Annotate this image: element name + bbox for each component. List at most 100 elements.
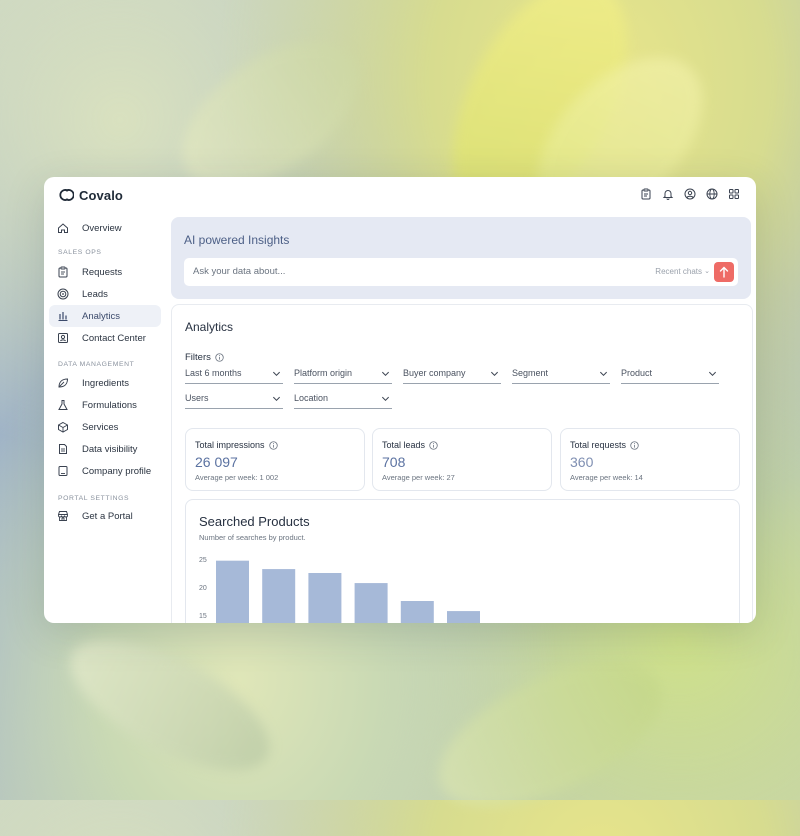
bell-icon[interactable] <box>662 188 674 200</box>
sidebar-item-label: Contact Center <box>82 332 146 344</box>
ai-insights-panel: AI powered Insights Ask your data about.… <box>171 217 751 299</box>
info-icon[interactable] <box>215 353 224 362</box>
filter-label: Segment <box>512 368 549 378</box>
stat-card-value: 360 <box>570 454 594 470</box>
sidebar-item-ingredients[interactable]: Ingredients <box>49 372 161 394</box>
info-icon[interactable] <box>268 440 278 450</box>
sidebar-item-overview[interactable]: Overview <box>49 217 161 239</box>
filters-label-text: Filters <box>185 352 211 363</box>
section-label-data-management: DATA MANAGEMENT <box>58 361 135 368</box>
document-icon <box>59 444 67 454</box>
covalo-logo-icon <box>58 187 74 203</box>
chart-bar[interactable] <box>262 569 296 623</box>
filter-product[interactable]: Product <box>621 366 719 384</box>
sidebar-item-contact-center[interactable]: Contact Center <box>49 327 161 349</box>
recent-chats-dropdown[interactable]: Recent chats <box>655 267 702 276</box>
arrow-up-icon <box>719 266 729 278</box>
leaf-icon <box>58 378 69 388</box>
chevron-down-icon <box>490 371 499 377</box>
filter-label: Last 6 months <box>185 368 242 378</box>
filters-label: Filters <box>185 352 224 363</box>
sidebar-item-company-profile[interactable]: Company profile <box>49 460 161 482</box>
brand[interactable]: Covalo <box>58 187 123 203</box>
app-name: Covalo <box>79 187 123 203</box>
main-content: AI powered Insights Ask your data about.… <box>171 217 753 623</box>
stat-card-title-text: Total requests <box>570 440 627 450</box>
send-button[interactable] <box>714 262 734 282</box>
chevron-down-icon <box>272 371 281 377</box>
app-window: Covalo Overview SALES OPS Requests Leads… <box>44 177 756 623</box>
stat-card-subtext: Average per week: 14 <box>570 473 643 482</box>
section-label-sales-ops: SALES OPS <box>58 249 102 256</box>
stat-card-title-text: Total leads <box>382 440 426 450</box>
stat-card-leads: Total leads 708 Average per week: 27 <box>372 428 552 491</box>
ai-query-placeholder: Ask your data about... <box>193 266 286 277</box>
chart-bar[interactable] <box>216 560 249 623</box>
sidebar-item-label: Data visibility <box>82 443 138 455</box>
bar-chart-icon <box>58 312 68 321</box>
filter-location[interactable]: Location <box>294 391 392 409</box>
chart-bar[interactable] <box>354 583 388 623</box>
chevron-down-icon <box>272 396 281 402</box>
sidebar-item-label: Company profile <box>82 465 152 477</box>
filter-platform-origin[interactable]: Platform origin <box>294 366 392 384</box>
analytics-panel: Analytics Filters Last 6 months Platform… <box>171 304 753 623</box>
home-icon <box>58 223 68 233</box>
sidebar-item-data-visibility[interactable]: Data visibility <box>49 438 161 460</box>
top-bar: Covalo <box>44 177 756 215</box>
ai-insights-title: AI powered Insights <box>184 233 290 247</box>
chart-bar[interactable] <box>308 573 342 623</box>
stat-card-title: Total requests <box>570 440 639 450</box>
building-icon <box>58 466 68 476</box>
bar-chart: 25 20 15 <box>199 557 480 623</box>
sidebar-item-label: Leads <box>82 288 108 300</box>
target-icon <box>57 288 69 300</box>
stat-card-impressions: Total impressions 26 097 Average per wee… <box>185 428 365 491</box>
filter-label: Users <box>185 393 209 403</box>
user-circle-icon[interactable] <box>684 188 696 200</box>
analytics-title: Analytics <box>185 320 234 334</box>
info-icon[interactable] <box>429 440 438 450</box>
sidebar-item-get-a-portal[interactable]: Get a Portal <box>49 505 161 527</box>
globe-icon[interactable] <box>706 188 718 200</box>
sidebar-item-requests[interactable]: Requests <box>49 261 161 283</box>
chevron-down-icon <box>599 371 608 377</box>
sidebar-item-formulations[interactable]: Formulations <box>49 394 161 416</box>
sidebar-item-label: Overview <box>82 222 122 234</box>
stat-card-title: Total impressions <box>195 440 278 450</box>
filter-segment[interactable]: Segment <box>512 366 610 384</box>
filter-label: Product <box>621 368 653 378</box>
sidebar-item-analytics[interactable]: Analytics <box>49 305 161 327</box>
sidebar-item-label: Get a Portal <box>82 510 133 522</box>
y-tick-label: 25 <box>199 557 207 564</box>
filter-users[interactable]: Users <box>185 391 283 409</box>
sidebar-item-leads[interactable]: Leads <box>49 283 161 305</box>
flask-icon <box>58 400 68 410</box>
chevron-down-icon <box>381 371 390 377</box>
store-icon <box>58 511 68 521</box>
clipboard-icon[interactable] <box>640 188 652 200</box>
sidebar-item-label: Formulations <box>82 399 137 411</box>
sidebar-item-label: Analytics <box>82 310 121 322</box>
sidebar-item-services[interactable]: Services <box>49 416 161 438</box>
filter-period[interactable]: Last 6 months <box>185 366 283 384</box>
filter-label: Buyer company <box>403 368 466 378</box>
info-icon[interactable] <box>630 440 639 450</box>
stat-card-subtext: Average per week: 1 002 <box>195 473 279 482</box>
stat-card-requests: Total requests 360 Average per week: 14 <box>560 428 740 491</box>
ai-query-input[interactable]: Ask your data about... Recent chats ⌄ <box>184 258 738 286</box>
y-tick-label: 20 <box>199 585 207 592</box>
filter-label: Platform origin <box>294 368 353 378</box>
sidebar-item-label: Services <box>82 421 119 433</box>
sidebar-item-label: Requests <box>82 266 123 278</box>
filter-label: Location <box>294 393 329 403</box>
chart-bar[interactable] <box>447 611 480 623</box>
stat-card-value: 26 097 <box>195 454 238 470</box>
filter-buyer-company[interactable]: Buyer company <box>403 366 501 384</box>
apps-grid-icon[interactable] <box>728 188 740 200</box>
chart-bar[interactable] <box>400 601 434 623</box>
section-label-portal-settings: PORTAL SETTINGS <box>58 495 130 502</box>
searched-products-chart: Searched Products Number of searches by … <box>185 499 740 623</box>
sidebar: Overview SALES OPS Requests Leads Analyt… <box>44 215 166 623</box>
chart-subtitle: Number of searches by product. <box>199 533 306 542</box>
